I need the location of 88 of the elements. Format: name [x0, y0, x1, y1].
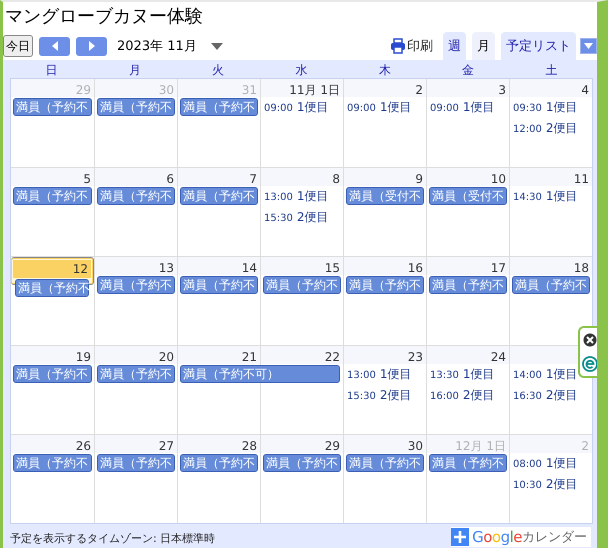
event-time[interactable]: 15:30: [264, 213, 293, 224]
weekday-label: 木: [378, 62, 392, 78]
caret-icon[interactable]: [210, 42, 223, 50]
event-title[interactable]: 2便目: [380, 387, 412, 404]
event-time[interactable]: 16:30: [513, 391, 542, 402]
date-number[interactable]: 8: [332, 172, 340, 186]
event-time[interactable]: 14:30: [513, 192, 542, 203]
calendar-title: マングローブカヌー体験: [4, 5, 204, 29]
date-number[interactable]: 7: [249, 172, 257, 186]
event-time[interactable]: 12:00: [513, 124, 542, 135]
event-title[interactable]: 1便目: [546, 99, 578, 116]
today-button[interactable]: 今日: [3, 35, 33, 57]
plus-icon: [451, 528, 470, 546]
date-number[interactable]: 11: [574, 172, 589, 186]
event-time[interactable]: 13:00: [347, 370, 376, 381]
date-number[interactable]: 15: [324, 261, 340, 275]
event-title[interactable]: 2便目: [546, 476, 578, 493]
event-time[interactable]: 14:00: [513, 370, 542, 381]
date-number[interactable]: 19: [76, 350, 91, 364]
date-number[interactable]: 6: [166, 172, 174, 186]
event-time[interactable]: 15:30: [347, 391, 376, 402]
date-number[interactable]: 14: [242, 261, 257, 275]
weekday-label: 金: [461, 62, 476, 78]
date-number[interactable]: 18: [574, 261, 589, 275]
event-title[interactable]: 1便目: [296, 188, 328, 205]
date-number[interactable]: 10: [490, 172, 506, 186]
date-number[interactable]: 29: [324, 439, 340, 453]
dropdown-button[interactable]: [580, 38, 597, 54]
event-title[interactable]: 2便目: [462, 387, 494, 404]
date-number[interactable]: 2: [415, 83, 423, 97]
event-title[interactable]: 1便目: [462, 366, 494, 383]
timezone-note: 予定を表示するタイムゾーン: 日本標準時: [10, 531, 216, 546]
weekday-label: 火: [211, 62, 226, 78]
view-tab[interactable]: 月: [472, 32, 495, 60]
view-tab[interactable]: 週: [443, 32, 466, 60]
weekday-label: 月: [128, 62, 142, 78]
date-number[interactable]: 13: [158, 261, 174, 275]
event-title[interactable]: 1便目: [546, 188, 578, 205]
event-title[interactable]: 1便目: [546, 455, 578, 472]
event-title[interactable]: 1便目: [380, 99, 412, 116]
event-title[interactable]: 2便目: [296, 209, 328, 226]
date-number[interactable]: 3: [498, 83, 506, 97]
caret-icon: [584, 43, 593, 49]
event-time[interactable]: 13:00: [264, 192, 293, 203]
event-time[interactable]: 10:30: [513, 480, 542, 491]
date-number[interactable]: 4: [581, 83, 589, 97]
view-tab[interactable]: 予定リスト: [501, 32, 576, 60]
date-number[interactable]: 9: [415, 172, 423, 186]
date-number[interactable]: 22: [324, 350, 340, 364]
close-icon[interactable]: [583, 332, 597, 346]
event-title[interactable]: 1便目: [462, 99, 494, 116]
event-time[interactable]: 09:00: [264, 103, 293, 114]
event-title[interactable]: 2便目: [546, 120, 578, 137]
date-number[interactable]: 20: [158, 350, 174, 364]
date-number[interactable]: 12: [72, 262, 88, 276]
event-time[interactable]: 09:00: [347, 103, 376, 114]
print-button[interactable]: 印刷: [390, 37, 437, 55]
event-time[interactable]: 16:00: [430, 391, 459, 402]
weekday-label: 水: [294, 62, 308, 78]
weekday-label: 日: [44, 62, 59, 78]
date-number[interactable]: 23: [408, 350, 423, 364]
event-time[interactable]: 08:00: [513, 459, 542, 470]
printer-icon: [390, 38, 406, 54]
date-number[interactable]: 21: [242, 350, 257, 364]
google-calendar-button[interactable]: Googleカレンダー: [451, 527, 591, 547]
circle-e-icon[interactable]: [582, 356, 597, 372]
weekday-label: 土: [544, 62, 558, 78]
date-number[interactable]: 28: [242, 439, 257, 453]
period-label: 2023年 11月: [117, 38, 197, 55]
right-triangle-icon: [88, 41, 96, 51]
date-number[interactable]: 16: [408, 261, 423, 275]
event-title[interactable]: 1便目: [296, 99, 328, 116]
event-title[interactable]: 1便目: [380, 366, 412, 383]
event-title[interactable]: 2便目: [546, 387, 578, 404]
date-number[interactable]: 17: [490, 261, 506, 275]
event-time[interactable]: 13:30: [430, 370, 459, 381]
date-number[interactable]: 5: [83, 172, 91, 186]
left-triangle-icon: [50, 41, 58, 51]
next-button[interactable]: [76, 36, 107, 56]
date-number[interactable]: 24: [490, 350, 506, 364]
event-title[interactable]: 1便目: [546, 366, 578, 383]
date-number[interactable]: 11月 1日: [289, 83, 340, 97]
date-number[interactable]: 30: [408, 439, 423, 453]
event-time[interactable]: 09:00: [430, 103, 459, 114]
date-number[interactable]: 27: [158, 439, 174, 453]
event-time[interactable]: 09:30: [513, 103, 542, 114]
date-number[interactable]: 26: [76, 439, 91, 453]
previous-button[interactable]: [39, 36, 70, 56]
